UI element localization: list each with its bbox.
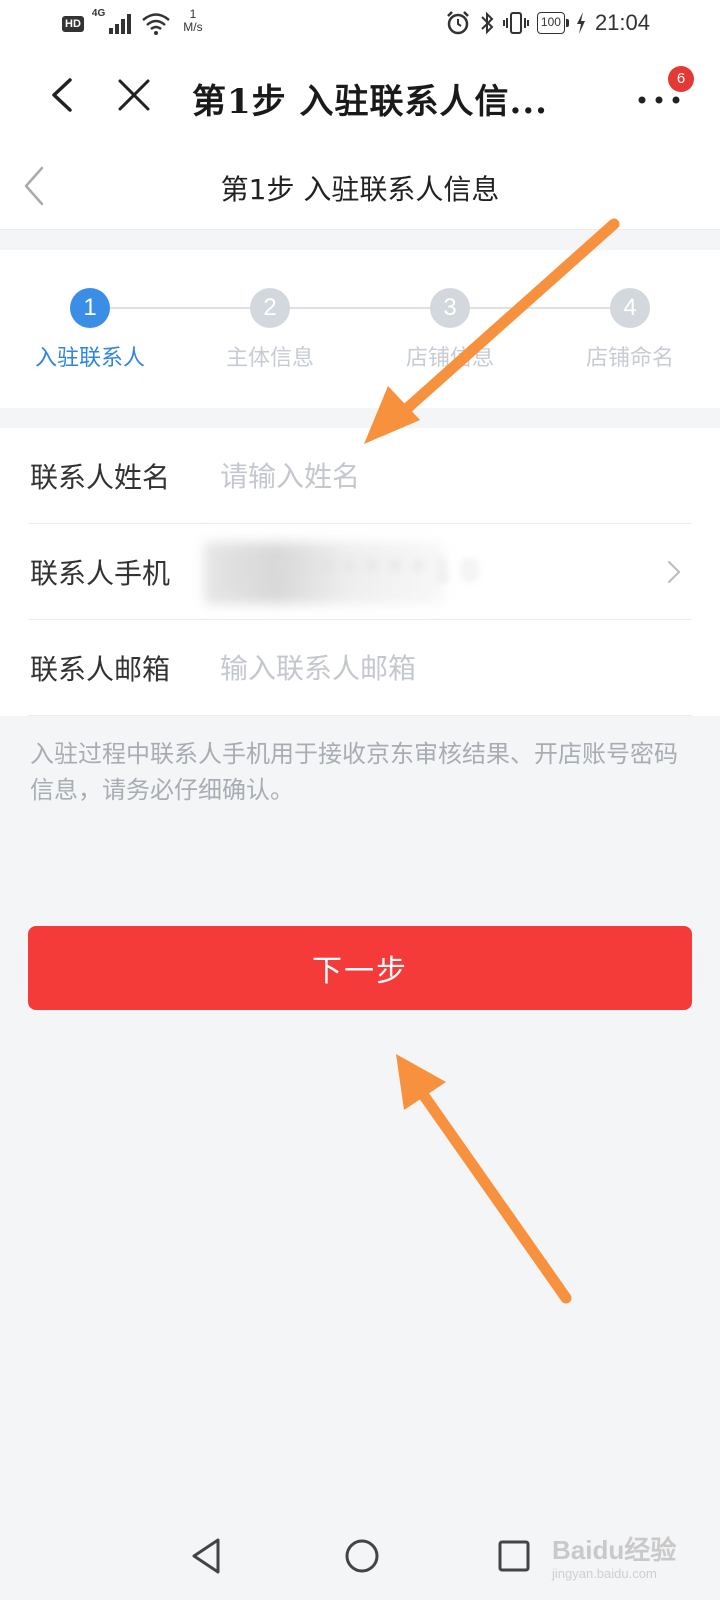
step-number: 1 <box>70 288 110 328</box>
hd-badge: HD <box>62 16 84 32</box>
email-row: 联系人邮箱 <box>28 620 692 716</box>
email-input[interactable] <box>220 642 640 694</box>
step-progress: 1 入驻联系人 2 主体信息 3 店铺信息 4 店铺命名 <box>0 250 720 408</box>
step-3: 3 店铺信息 <box>380 288 520 372</box>
status-time: 21:04 <box>594 10 650 35</box>
wifi-icon <box>142 13 171 35</box>
step-number: 2 <box>250 288 290 328</box>
step-label: 主体信息 <box>225 346 314 371</box>
email-label: 联系人邮箱 <box>30 653 171 686</box>
nav-back-icon[interactable] <box>186 1534 226 1578</box>
network-type: 4G <box>91 8 106 19</box>
charging-icon <box>576 12 585 34</box>
nav-recent-icon[interactable] <box>494 1536 534 1576</box>
phone-value: 1 * * * * * * * * 1 0 <box>224 554 479 587</box>
step-1: 1 入驻联系人 <box>20 288 160 372</box>
battery-level: 100 <box>536 12 569 34</box>
alarm-icon <box>447 11 469 35</box>
back-icon[interactable] <box>42 72 82 118</box>
notice-text: 入驻过程中联系人手机用于接收京东审核结果、开店账号密码信息，请务必仔细确认。 <box>30 740 678 804</box>
name-row: 联系人姓名 <box>28 428 692 524</box>
close-icon[interactable] <box>112 72 156 118</box>
chevron-right-icon <box>668 561 681 583</box>
status-bar: HD 4G 1 M/s 100 21:04 <box>0 0 720 50</box>
watermark-url: jingyan.baidu.com <box>552 1566 657 1581</box>
nav-home-icon[interactable] <box>340 1534 384 1578</box>
net-speed: 1 M/s <box>183 8 202 34</box>
bluetooth-icon <box>481 11 494 35</box>
status-left: HD 4G 1 M/s <box>62 8 203 36</box>
name-label: 联系人姓名 <box>30 461 171 494</box>
app-title: 第1步 入驻联系人信... <box>192 82 549 122</box>
next-step-button[interactable]: 下一步 <box>28 926 692 1010</box>
step-label: 店铺信息 <box>405 346 494 371</box>
step-label: 入驻联系人 <box>34 346 145 371</box>
step-2: 2 主体信息 <box>200 288 340 372</box>
contact-form: 联系人姓名 联系人手机 1 * * * * * * * * 1 0 联系人邮箱 <box>0 428 720 716</box>
watermark-logo: Baidu经验 <box>552 1535 677 1565</box>
step-number: 4 <box>610 288 650 328</box>
signal-icon <box>109 14 132 34</box>
notification-badge: 6 <box>668 66 694 92</box>
step-4: 4 店铺命名 <box>560 288 700 372</box>
status-right: 100 21:04 <box>445 10 650 36</box>
net-speed-unit: M/s <box>183 20 203 34</box>
step-number: 3 <box>430 288 470 328</box>
phone-label: 联系人手机 <box>30 557 171 590</box>
page-header: 第1步 入驻联系人信息 <box>0 142 720 230</box>
system-nav-bar: Baidu经验 jingyan.baidu.com <box>0 1520 720 1600</box>
app-bar: 第1步 入驻联系人信... 6 <box>0 50 720 142</box>
annotation-arrow-to-button <box>396 1054 572 1304</box>
page-title: 第1步 入驻联系人信息 <box>220 173 500 206</box>
step-label: 店铺命名 <box>585 346 674 371</box>
name-input[interactable] <box>220 450 640 502</box>
phone-row[interactable]: 联系人手机 1 * * * * * * * * 1 0 <box>28 524 692 620</box>
vibrate-icon <box>502 12 529 34</box>
